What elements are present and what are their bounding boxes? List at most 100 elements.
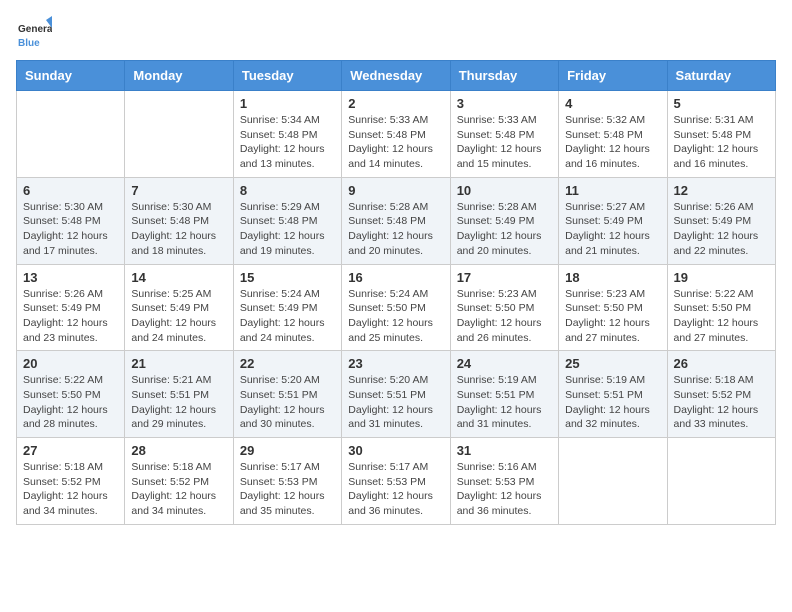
calendar-day-cell: 24Sunrise: 5:19 AM Sunset: 5:51 PM Dayli…	[450, 351, 558, 438]
calendar-day-cell: 11 Sunrise: 5:27 AM Sunset: 5:49 PM Dayli…	[559, 177, 667, 264]
calendar-day-cell: 12 Sunrise: 5:26 AM Sunset: 5:49 PM Dayli…	[667, 177, 775, 264]
calendar-day-cell	[559, 438, 667, 525]
calendar-day-cell: 9 Sunrise: 5:28 AM Sunset: 5:48 PM Daylig…	[342, 177, 450, 264]
day-info: Sunrise: 5:21 AM Sunset: 5:51 PM Dayligh…	[131, 373, 226, 432]
day-of-week-header: Saturday	[667, 61, 775, 91]
day-info: Sunrise: 5:30 AM Sunset: 5:48 PM Dayligh…	[131, 200, 226, 259]
calendar-day-cell: 21 Sunrise: 5:21 AM Sunset: 5:51 PM Dayli…	[125, 351, 233, 438]
day-number: 10	[457, 183, 552, 198]
calendar-day-cell	[17, 91, 125, 178]
logo: General Blue	[16, 16, 52, 52]
day-number: 3	[457, 96, 552, 111]
day-info: Sunrise: 5:25 AM Sunset: 5:49 PM Dayligh…	[131, 287, 226, 346]
day-number: 12	[674, 183, 769, 198]
calendar-day-cell: 30Sunrise: 5:17 AM Sunset: 5:53 PM Dayli…	[342, 438, 450, 525]
calendar-day-cell: 15 Sunrise: 5:24 AM Sunset: 5:49 PM Dayli…	[233, 264, 341, 351]
day-number: 18	[565, 270, 660, 285]
day-number: 20	[23, 356, 118, 371]
day-info: Sunrise: 5:30 AM Sunset: 5:48 PM Dayligh…	[23, 200, 118, 259]
day-info: Sunrise: 5:20 AM Sunset: 5:51 PM Dayligh…	[240, 373, 335, 432]
calendar-day-cell: 23Sunrise: 5:20 AM Sunset: 5:51 PM Dayli…	[342, 351, 450, 438]
calendar-table: SundayMondayTuesdayWednesdayThursdayFrid…	[16, 60, 776, 525]
calendar-day-cell: 18 Sunrise: 5:23 AM Sunset: 5:50 PM Dayli…	[559, 264, 667, 351]
day-number: 13	[23, 270, 118, 285]
day-number: 7	[131, 183, 226, 198]
day-number: 21	[131, 356, 226, 371]
day-info: Sunrise: 5:24 AM Sunset: 5:50 PM Dayligh…	[348, 287, 443, 346]
calendar-week-row: 20 Sunrise: 5:22 AM Sunset: 5:50 PM Dayli…	[17, 351, 776, 438]
day-info: Sunrise: 5:26 AM Sunset: 5:49 PM Dayligh…	[23, 287, 118, 346]
calendar-day-cell	[125, 91, 233, 178]
day-info: Sunrise: 5:23 AM Sunset: 5:50 PM Dayligh…	[457, 287, 552, 346]
calendar-day-cell: 20 Sunrise: 5:22 AM Sunset: 5:50 PM Dayli…	[17, 351, 125, 438]
day-info: Sunrise: 5:32 AM Sunset: 5:48 PM Dayligh…	[565, 113, 660, 172]
day-number: 8	[240, 183, 335, 198]
day-info: Sunrise: 5:18 AM Sunset: 5:52 PM Dayligh…	[23, 460, 118, 519]
day-info: Sunrise: 5:27 AM Sunset: 5:49 PM Dayligh…	[565, 200, 660, 259]
calendar-week-row: 13 Sunrise: 5:26 AM Sunset: 5:49 PM Dayli…	[17, 264, 776, 351]
svg-text:Blue: Blue	[18, 38, 40, 49]
calendar-day-cell: 19 Sunrise: 5:22 AM Sunset: 5:50 PM Dayli…	[667, 264, 775, 351]
day-number: 14	[131, 270, 226, 285]
day-info: Sunrise: 5:22 AM Sunset: 5:50 PM Dayligh…	[23, 373, 118, 432]
day-number: 16	[348, 270, 443, 285]
day-info: Sunrise: 5:28 AM Sunset: 5:48 PM Dayligh…	[348, 200, 443, 259]
day-number: 15	[240, 270, 335, 285]
calendar-day-cell: 5 Sunrise: 5:31 AM Sunset: 5:48 PM Daylig…	[667, 91, 775, 178]
day-of-week-header: Friday	[559, 61, 667, 91]
page-header: General Blue	[16, 16, 776, 52]
day-number: 2	[348, 96, 443, 111]
calendar-day-cell: 7 Sunrise: 5:30 AM Sunset: 5:48 PM Daylig…	[125, 177, 233, 264]
day-info: Sunrise: 5:24 AM Sunset: 5:49 PM Dayligh…	[240, 287, 335, 346]
calendar-day-cell: 2 Sunrise: 5:33 AM Sunset: 5:48 PM Daylig…	[342, 91, 450, 178]
day-info: Sunrise: 5:34 AM Sunset: 5:48 PM Dayligh…	[240, 113, 335, 172]
day-number: 26	[674, 356, 769, 371]
day-number: 29	[240, 443, 335, 458]
logo-icon: General Blue	[16, 16, 52, 52]
calendar-day-cell: 4 Sunrise: 5:32 AM Sunset: 5:48 PM Daylig…	[559, 91, 667, 178]
day-info: Sunrise: 5:23 AM Sunset: 5:50 PM Dayligh…	[565, 287, 660, 346]
calendar-week-row: 1 Sunrise: 5:34 AM Sunset: 5:48 PM Daylig…	[17, 91, 776, 178]
calendar-day-cell: 3Sunrise: 5:33 AM Sunset: 5:48 PM Daylig…	[450, 91, 558, 178]
day-number: 28	[131, 443, 226, 458]
day-info: Sunrise: 5:29 AM Sunset: 5:48 PM Dayligh…	[240, 200, 335, 259]
calendar-header-row: SundayMondayTuesdayWednesdayThursdayFrid…	[17, 61, 776, 91]
day-info: Sunrise: 5:17 AM Sunset: 5:53 PM Dayligh…	[240, 460, 335, 519]
calendar-day-cell: 14 Sunrise: 5:25 AM Sunset: 5:49 PM Dayli…	[125, 264, 233, 351]
day-info: Sunrise: 5:18 AM Sunset: 5:52 PM Dayligh…	[131, 460, 226, 519]
day-number: 31	[457, 443, 552, 458]
calendar-day-cell: 28 Sunrise: 5:18 AM Sunset: 5:52 PM Dayli…	[125, 438, 233, 525]
calendar-day-cell: 27 Sunrise: 5:18 AM Sunset: 5:52 PM Dayli…	[17, 438, 125, 525]
day-number: 17	[457, 270, 552, 285]
day-info: Sunrise: 5:33 AM Sunset: 5:48 PM Dayligh…	[348, 113, 443, 172]
day-of-week-header: Thursday	[450, 61, 558, 91]
day-number: 11	[565, 183, 660, 198]
calendar-day-cell: 26Sunrise: 5:18 AM Sunset: 5:52 PM Dayli…	[667, 351, 775, 438]
day-info: Sunrise: 5:31 AM Sunset: 5:48 PM Dayligh…	[674, 113, 769, 172]
day-number: 25	[565, 356, 660, 371]
day-number: 5	[674, 96, 769, 111]
day-number: 24	[457, 356, 552, 371]
day-number: 22	[240, 356, 335, 371]
day-number: 30	[348, 443, 443, 458]
day-number: 19	[674, 270, 769, 285]
day-number: 9	[348, 183, 443, 198]
day-info: Sunrise: 5:22 AM Sunset: 5:50 PM Dayligh…	[674, 287, 769, 346]
calendar-day-cell: 22 Sunrise: 5:20 AM Sunset: 5:51 PM Dayli…	[233, 351, 341, 438]
day-of-week-header: Wednesday	[342, 61, 450, 91]
day-of-week-header: Sunday	[17, 61, 125, 91]
day-info: Sunrise: 5:28 AM Sunset: 5:49 PM Dayligh…	[457, 200, 552, 259]
calendar-day-cell: 1 Sunrise: 5:34 AM Sunset: 5:48 PM Daylig…	[233, 91, 341, 178]
day-info: Sunrise: 5:20 AM Sunset: 5:51 PM Dayligh…	[348, 373, 443, 432]
calendar-day-cell: 8 Sunrise: 5:29 AM Sunset: 5:48 PM Daylig…	[233, 177, 341, 264]
day-number: 1	[240, 96, 335, 111]
day-info: Sunrise: 5:16 AM Sunset: 5:53 PM Dayligh…	[457, 460, 552, 519]
day-number: 6	[23, 183, 118, 198]
day-number: 27	[23, 443, 118, 458]
day-of-week-header: Tuesday	[233, 61, 341, 91]
day-info: Sunrise: 5:26 AM Sunset: 5:49 PM Dayligh…	[674, 200, 769, 259]
svg-text:General: General	[18, 24, 52, 35]
day-number: 4	[565, 96, 660, 111]
calendar-day-cell: 31 Sunrise: 5:16 AM Sunset: 5:53 PM Dayli…	[450, 438, 558, 525]
calendar-week-row: 27 Sunrise: 5:18 AM Sunset: 5:52 PM Dayli…	[17, 438, 776, 525]
